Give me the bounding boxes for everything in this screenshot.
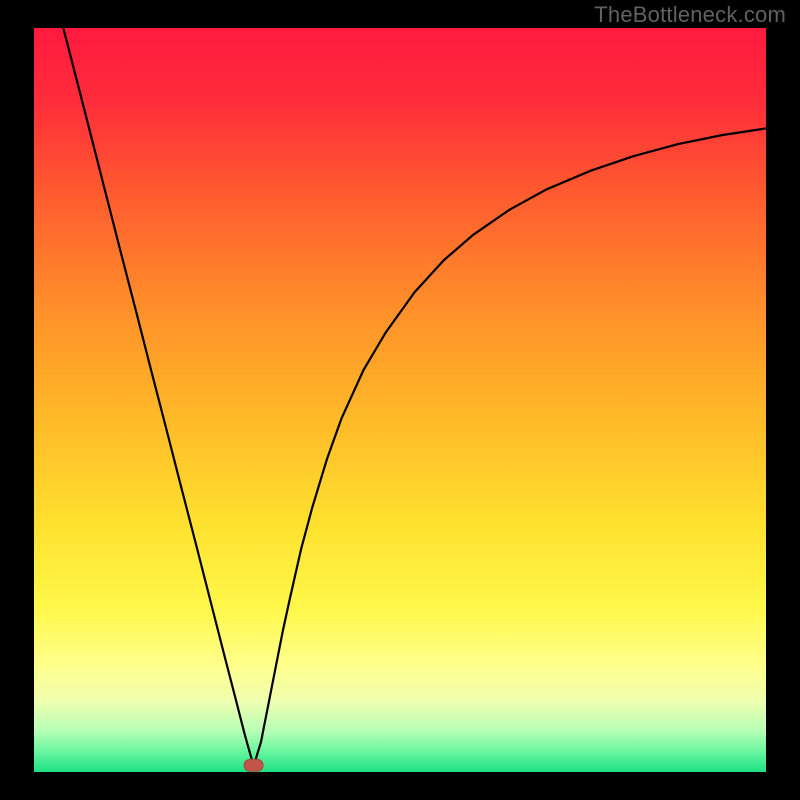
- bottleneck-chart: [0, 0, 800, 800]
- plot-background: [34, 28, 766, 772]
- marker-dot: [244, 759, 263, 771]
- watermark-text: TheBottleneck.com: [594, 2, 786, 28]
- chart-stage: TheBottleneck.com: [0, 0, 800, 800]
